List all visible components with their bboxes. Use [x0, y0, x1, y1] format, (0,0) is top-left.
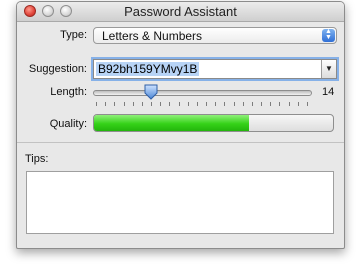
suggestion-label: Suggestion: — [28, 63, 87, 75]
slider-tick — [151, 102, 152, 106]
slider-tick — [307, 102, 308, 106]
slider-tick — [206, 102, 207, 106]
slider-tick — [169, 102, 170, 106]
divider — [17, 142, 344, 143]
quality-label: Quality: — [49, 118, 87, 130]
slider-tick — [289, 102, 290, 106]
length-slider-knob[interactable] — [144, 84, 158, 100]
length-slider-track[interactable] — [93, 90, 312, 96]
slider-tick — [215, 102, 216, 106]
quality-meter-fill — [94, 115, 250, 131]
slider-tick — [279, 102, 280, 106]
type-label: Type: — [60, 29, 87, 41]
slider-tick — [105, 102, 106, 106]
slider-tick — [234, 102, 235, 106]
password-assistant-window: Password Assistant Type: Letters & Numbe… — [16, 1, 345, 249]
slider-tick — [252, 102, 253, 106]
suggestion-field[interactable]: B92bh159YMvy1B — [96, 62, 200, 76]
tips-area — [26, 171, 334, 234]
slider-tick — [96, 102, 97, 106]
title-bar[interactable]: Password Assistant — [17, 2, 344, 22]
slider-tick — [261, 102, 262, 106]
suggestion-combo-box[interactable]: B92bh159YMvy1B ▼ — [93, 59, 337, 79]
type-popup-value: Letters & Numbers — [102, 29, 203, 43]
chevron-down-icon[interactable]: ▼ — [321, 60, 336, 78]
up-down-arrows-icon: ▲ ▼ — [322, 28, 335, 42]
type-popup[interactable]: Letters & Numbers ▲ ▼ — [93, 27, 337, 44]
slider-tick — [224, 102, 225, 106]
length-slider-ticks — [96, 102, 308, 107]
slider-tick — [133, 102, 134, 106]
slider-tick — [298, 102, 299, 106]
slider-tick — [243, 102, 244, 106]
slider-tick — [188, 102, 189, 106]
length-value: 14 — [322, 86, 335, 98]
slider-tick — [270, 102, 271, 106]
window-title: Password Assistant — [124, 4, 237, 19]
slider-tick — [114, 102, 115, 106]
slider-tick — [160, 102, 161, 106]
tips-label: Tips: — [25, 153, 49, 165]
quality-meter — [93, 114, 334, 132]
slider-tick — [179, 102, 180, 106]
length-label: Length: — [50, 86, 87, 98]
slider-tick — [124, 102, 125, 106]
slider-tick — [142, 102, 143, 106]
slider-tick — [197, 102, 198, 106]
